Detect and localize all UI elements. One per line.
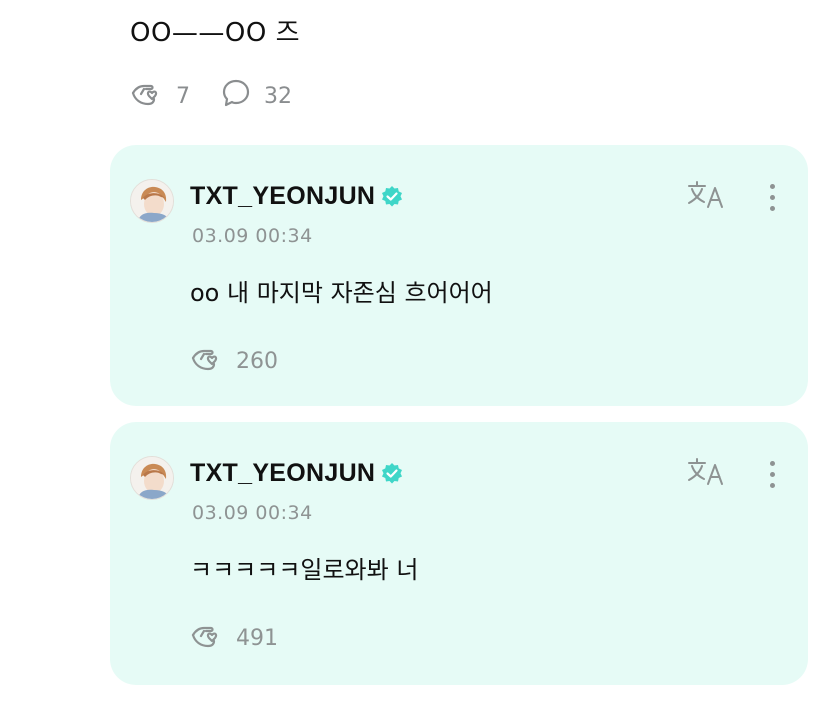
hand-heart-icon: [190, 619, 224, 657]
translate-button[interactable]: [686, 456, 726, 492]
avatar[interactable]: [130, 179, 174, 223]
more-vertical-icon: [769, 460, 775, 488]
post-text: OO——OO 즈: [130, 18, 301, 48]
reply-date: 03.09 00:34: [192, 225, 313, 247]
reply-card: TXT_YEONJUN 03.09 00:34 ㅋㅋㅋㅋㅋ일로와봐 너 491: [110, 422, 808, 685]
author-name[interactable]: TXT_YEONJUN: [190, 459, 375, 488]
more-vertical-icon: [769, 183, 775, 211]
more-options-button[interactable]: [760, 179, 784, 215]
avatar[interactable]: [130, 456, 174, 500]
translate-button[interactable]: [686, 179, 726, 215]
author-name[interactable]: TXT_YEONJUN: [190, 182, 375, 211]
post-like-count: 7: [176, 83, 190, 109]
reply-text: oo 내 마지막 자존심 흐어어어: [190, 279, 493, 307]
more-options-button[interactable]: [760, 456, 784, 492]
hand-heart-icon: [130, 77, 164, 115]
translate-icon: [686, 456, 726, 492]
comment-thread: OO——OO 즈 7 32 TXT_YEONJUN 03.09 00:34 oo…: [0, 0, 828, 701]
hand-heart-icon: [190, 342, 224, 380]
reply-like-count: 260: [236, 348, 278, 374]
reply-like-count: 491: [236, 625, 278, 651]
reply-date: 03.09 00:34: [192, 502, 313, 524]
reply-like-button[interactable]: 260: [190, 342, 278, 380]
speech-bubble-icon: [220, 77, 252, 115]
reply-text: ㅋㅋㅋㅋㅋ일로와봐 너: [190, 556, 419, 584]
post-comment-count: 32: [264, 83, 292, 109]
verified-check-icon: [380, 185, 404, 209]
translate-icon: [686, 179, 726, 215]
verified-check-icon: [380, 462, 404, 486]
post-actions: 7 32: [130, 77, 292, 115]
post-comment-button[interactable]: 32: [220, 77, 292, 115]
post-like-button[interactable]: 7: [130, 77, 190, 115]
author-row: TXT_YEONJUN: [190, 182, 404, 211]
reply-card: TXT_YEONJUN 03.09 00:34 oo 내 마지막 자존심 흐어어…: [110, 145, 808, 406]
reply-like-button[interactable]: 491: [190, 619, 278, 657]
author-row: TXT_YEONJUN: [190, 459, 404, 488]
